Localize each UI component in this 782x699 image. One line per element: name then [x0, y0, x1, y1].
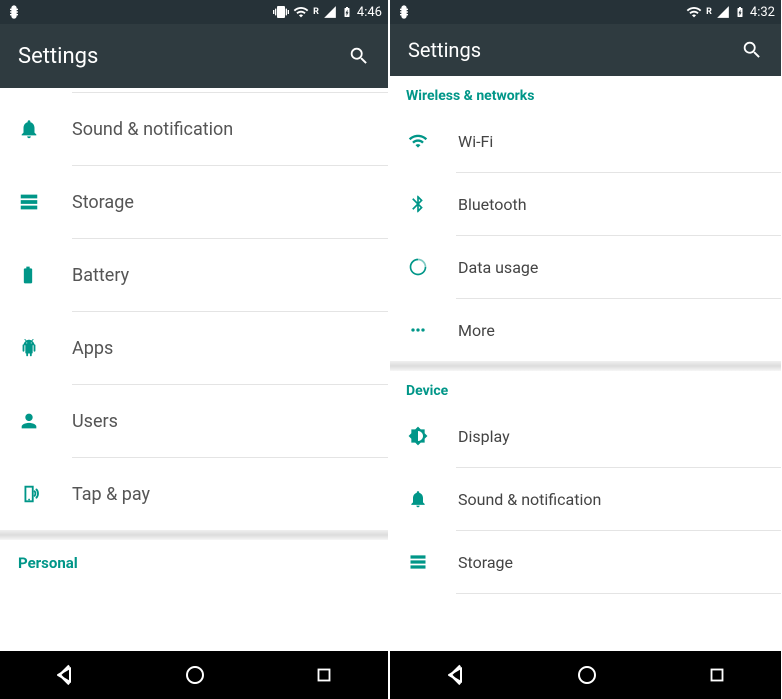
status-time: 4:32: [750, 5, 775, 20]
item-label: Sound & notification: [458, 490, 781, 509]
android-icon: [18, 337, 40, 359]
list-item-tap-pay[interactable]: Tap & pay: [0, 458, 388, 530]
item-label: More: [458, 321, 781, 340]
phone-left: R 4:46 Settings Sound & notification Sto…: [0, 0, 390, 699]
battery-icon: [18, 264, 38, 286]
item-label: Bluetooth: [458, 195, 781, 214]
storage-icon: [18, 191, 40, 213]
nav-back-icon[interactable]: [444, 663, 468, 687]
list-item-battery[interactable]: Battery: [0, 239, 388, 311]
list-item-sound-notification[interactable]: Sound & notification: [390, 468, 781, 530]
item-label: Users: [72, 411, 388, 432]
section-header-wireless: Wireless & networks: [390, 76, 781, 110]
item-label: Data usage: [458, 258, 781, 277]
signal-icon: [716, 5, 730, 19]
status-time: 4:46: [357, 5, 382, 20]
nav-home-icon[interactable]: [183, 663, 207, 687]
list-item-more[interactable]: More: [390, 299, 781, 361]
roaming-indicator: R: [706, 7, 712, 17]
app-bar: Settings: [0, 24, 388, 88]
item-label: Tap & pay: [72, 484, 388, 505]
bell-icon: [18, 118, 40, 140]
list-item-storage[interactable]: Storage: [0, 166, 388, 238]
list-item-bluetooth[interactable]: Bluetooth: [390, 173, 781, 235]
item-label: Sound & notification: [72, 119, 388, 140]
bluetooth-icon: [408, 194, 428, 214]
wifi-status-icon: [293, 4, 309, 20]
roaming-indicator: R: [313, 7, 319, 17]
storage-icon: [408, 552, 428, 572]
section-header-personal: Personal: [0, 540, 388, 586]
vibrate-icon: [273, 4, 289, 20]
page-title: Settings: [408, 38, 741, 62]
item-label: Battery: [72, 265, 388, 286]
signal-icon: [323, 5, 337, 19]
item-label: Wi-Fi: [458, 132, 781, 151]
wifi-icon: [408, 131, 428, 151]
search-icon[interactable]: [348, 45, 370, 67]
item-label: Storage: [72, 192, 388, 213]
item-label: Storage: [458, 553, 781, 572]
section-divider: [390, 361, 781, 371]
nav-recent-icon[interactable]: [313, 664, 335, 686]
status-bar: R 4:32: [390, 0, 781, 24]
list-item-data-usage[interactable]: Data usage: [390, 236, 781, 298]
item-label: Apps: [72, 338, 388, 359]
person-icon: [18, 410, 40, 432]
list-item-display[interactable]: Display: [390, 405, 781, 467]
bell-icon: [408, 489, 428, 509]
section-divider: [0, 530, 388, 540]
app-bar: Settings: [390, 24, 781, 76]
settings-list: Sound & notification Storage Battery App…: [0, 88, 388, 651]
list-item-storage[interactable]: Storage: [390, 531, 781, 593]
tap-pay-icon: [18, 483, 42, 505]
list-item-sound-notification[interactable]: Sound & notification: [0, 93, 388, 165]
usb-debug-icon: [396, 4, 412, 20]
page-title: Settings: [18, 44, 348, 69]
item-label: Display: [458, 427, 781, 446]
phone-right: R 4:32 Settings Wireless & networks Wi-F…: [390, 0, 781, 699]
navigation-bar: [390, 651, 781, 699]
search-icon[interactable]: [741, 39, 763, 61]
status-bar: R 4:46: [0, 0, 388, 24]
battery-status-icon: [734, 4, 746, 20]
nav-back-icon[interactable]: [53, 663, 77, 687]
settings-list: Wireless & networks Wi-Fi Bluetooth Data…: [390, 76, 781, 651]
battery-status-icon: [341, 4, 353, 20]
section-header-device: Device: [390, 371, 781, 405]
list-item-wifi[interactable]: Wi-Fi: [390, 110, 781, 172]
list-item-users[interactable]: Users: [0, 385, 388, 457]
wifi-status-icon: [686, 4, 702, 20]
nav-home-icon[interactable]: [575, 663, 599, 687]
data-usage-icon: [408, 257, 428, 277]
usb-debug-icon: [6, 4, 22, 20]
brightness-icon: [408, 426, 428, 446]
more-icon: [408, 320, 428, 340]
list-item-apps[interactable]: Apps: [0, 312, 388, 384]
navigation-bar: [0, 651, 388, 699]
nav-recent-icon[interactable]: [706, 664, 728, 686]
